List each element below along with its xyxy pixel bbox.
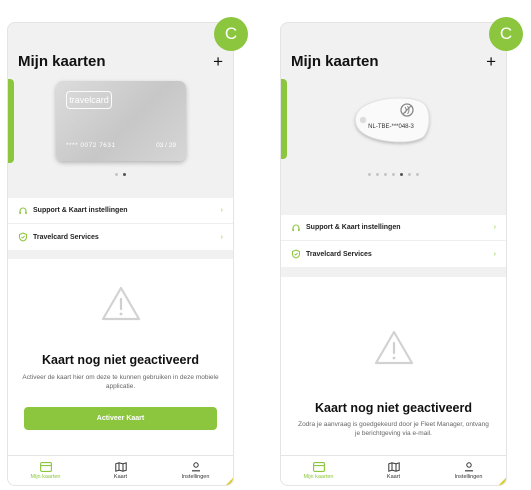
menu-item-support[interactable]: Support & Kaart instellingen › [8,198,233,224]
add-card-button[interactable]: + [213,53,223,70]
page-title: Mijn kaarten [18,53,106,70]
menu-item-label: Support & Kaart instellingen [306,224,401,231]
shield-icon [291,249,301,259]
carousel-dot[interactable] [416,173,419,176]
tab-map[interactable]: Kaart [356,456,431,485]
carousel-dots [8,173,233,176]
chevron-right-icon: › [493,250,496,258]
phone-screen-right: Mijn kaarten + NL-TBE-***048-3 Support &… [280,22,507,486]
travelcard-card[interactable]: travelcard **** 0072 7631 03 / 29 [56,81,186,161]
carousel-dot[interactable] [392,173,395,176]
tab-settings[interactable]: Instellingen [158,456,233,485]
warning-icon [374,330,413,365]
map-icon [114,461,127,472]
carousel-dots [281,173,506,176]
tab-label: Kaart [386,473,401,480]
carousel-dot[interactable] [408,173,411,176]
menu-item-label: Travelcard Services [33,233,99,241]
map-icon [387,461,400,472]
carousel-prev-card-edge[interactable] [281,79,287,159]
stage: Mijn kaarten + travelcard **** 0072 7631… [0,0,531,490]
menu-item-label: Travelcard Services [306,250,372,258]
menu-item-support[interactable]: Support & Kaart instellingen › [281,215,506,241]
menu-list: Support & Kaart instellingen › Travelcar… [8,198,233,250]
card-expiry: 03 / 29 [156,142,176,149]
tag-hole [359,116,367,124]
tab-label: Instellingen [454,473,483,480]
user-icon [191,461,200,471]
tab-bar: Mijn kaarten Kaart Instellingen [281,455,506,485]
activation-panel: Kaart nog niet geactiveerd Zodra je aanv… [281,277,506,455]
tag-fob[interactable] [349,91,433,147]
card-icon [312,461,325,472]
menu-item-label: Support & Kaart instellingen [33,207,128,214]
carousel-prev-card-edge[interactable] [8,79,14,163]
activate-card-button[interactable]: Activeer Kaart [24,407,217,430]
status-title: Kaart nog niet geactiveerd [315,401,472,415]
shield-icon [18,232,28,242]
carousel-dot-active[interactable] [123,173,126,176]
chevron-right-icon: › [493,224,496,231]
page-title: Mijn kaarten [291,53,379,70]
travelcard-logo: travelcard [66,91,112,109]
profile-badge: C [489,17,523,51]
corner-mark [499,478,506,485]
tab-bar: Mijn kaarten Kaart Instellingen [8,455,233,485]
profile-badge: C [214,17,248,51]
user-icon [464,461,473,471]
card-number: **** 0072 7631 [66,142,116,149]
header: Mijn kaarten + [291,53,496,70]
tab-label: Mijn kaarten [30,473,61,480]
carousel-dot[interactable] [368,173,371,176]
tab-label: Mijn kaarten [303,473,334,480]
add-card-button[interactable]: + [486,53,496,70]
menu-item-services[interactable]: Travelcard Services › [8,224,233,250]
carousel-dot-active[interactable] [400,173,403,176]
tab-map[interactable]: Kaart [83,456,158,485]
activation-panel: Kaart nog niet geactiveerd Activeer de k… [8,259,233,455]
tab-my-cards[interactable]: Mijn kaarten [8,456,83,485]
headset-icon [18,206,28,216]
tab-settings[interactable]: Instellingen [431,456,506,485]
chevron-right-icon: › [220,233,223,241]
tab-label: Kaart [113,473,128,480]
corner-mark [226,478,233,485]
status-title: Kaart nog niet geactiveerd [42,353,199,367]
headset-icon [291,223,301,233]
warning-icon [101,286,140,321]
card-icon [39,461,52,472]
chevron-right-icon: › [220,207,223,214]
tab-label: Instellingen [181,473,210,480]
status-description: Zodra je aanvraag is goedgekeurd door je… [298,421,489,437]
tab-my-cards[interactable]: Mijn kaarten [281,456,356,485]
carousel-dot[interactable] [384,173,387,176]
carousel-dot[interactable] [115,173,118,176]
phone-screen-left: Mijn kaarten + travelcard **** 0072 7631… [7,22,234,486]
carousel-dot[interactable] [376,173,379,176]
status-description: Activeer de kaart hier om deze te kunnen… [22,374,219,390]
menu-item-services[interactable]: Travelcard Services › [281,241,506,267]
menu-list: Support & Kaart instellingen › Travelcar… [281,215,506,267]
header: Mijn kaarten + [18,53,223,70]
tag-code: NL-TBE-***048-3 [368,124,414,130]
